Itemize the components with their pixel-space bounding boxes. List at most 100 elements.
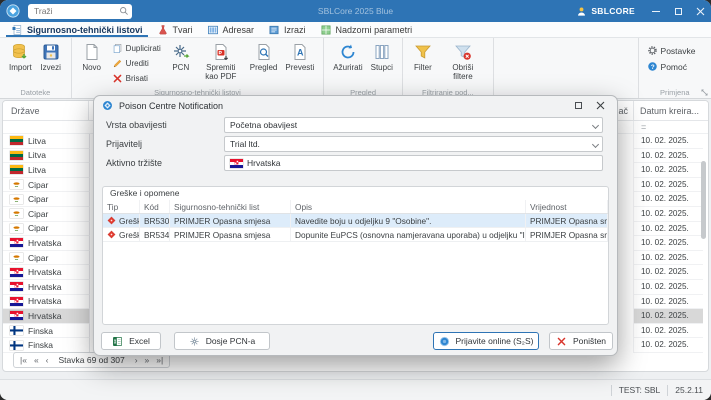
cancel-button[interactable]: Poništen — [549, 332, 613, 350]
ribbon-button-pcn[interactable]: PCN — [166, 41, 196, 73]
column-header-countries[interactable]: Države — [3, 101, 89, 121]
country-row-litva[interactable]: Litva — [3, 148, 90, 164]
country-row-cipar[interactable]: Cipar — [3, 221, 90, 237]
date-cell[interactable]: 10. 02. 2025. — [633, 221, 703, 237]
date-cell[interactable]: 10. 02. 2025. — [633, 148, 703, 164]
country-row-hrvatska[interactable]: Hrvatska — [3, 279, 90, 295]
title-bar: SBLCore 2025 Blue SBLCORE — [0, 0, 711, 22]
error-row-br534[interactable]: GreškaBR534PRIMJER Opasna smjesaDopunite… — [103, 228, 608, 242]
submit-online-button[interactable]: Prijavite online (S₂S) — [433, 332, 539, 350]
errors-column-header[interactable]: Sigurnosno-tehnički list — [170, 200, 291, 213]
country-row-cipar[interactable]: Cipar — [3, 250, 90, 266]
maximize-button[interactable] — [667, 0, 689, 22]
ribbon-button-import[interactable]: Import — [5, 41, 36, 75]
dialog-title-bar[interactable]: Poison Centre Notification — [94, 96, 617, 115]
page-last-button[interactable]: »| — [156, 355, 163, 365]
country-row-cipar[interactable]: Cipar — [3, 177, 90, 193]
date-cell[interactable]: 10. 02. 2025. — [633, 236, 703, 251]
country-row-litva[interactable]: Litva — [3, 163, 90, 178]
tab-nadzorni-parametri[interactable]: Nadzorni parametri — [313, 22, 420, 37]
ribbon-button-filter[interactable]: Filter — [408, 41, 438, 75]
ribbon-button-stupci[interactable]: Stupci — [367, 41, 397, 75]
excel-button[interactable]: Excel — [101, 332, 161, 350]
page-first-button[interactable]: |« — [20, 355, 27, 365]
date-cell[interactable]: 10. 02. 2025. — [633, 338, 703, 353]
error-type-cell: Greška — [103, 228, 140, 241]
country-row-hrvatska[interactable]: Hrvatska — [3, 294, 90, 310]
country-row-cipar[interactable]: Cipar — [3, 192, 90, 207]
search-input[interactable] — [28, 6, 112, 16]
ribbon-button-brisati[interactable]: Brisati — [109, 72, 164, 85]
notification-type-select[interactable]: Početna obavijest — [224, 117, 603, 133]
page-next-group-button[interactable]: » — [145, 355, 150, 365]
dialog-launcher-icon[interactable] — [701, 89, 708, 96]
error-row-br530[interactable]: GreškaBR530PRIMJER Opasna smjesaNavedite… — [103, 214, 608, 228]
dialog-maximize-icon[interactable] — [575, 102, 582, 109]
minimize-button[interactable] — [645, 0, 667, 22]
active-market-field[interactable]: Hrvatska — [224, 155, 603, 171]
ribbon-button-a-urirati[interactable]: Ažurirati — [329, 41, 366, 73]
date-cell[interactable]: 10. 02. 2025. — [633, 134, 703, 149]
date-cell[interactable]: 10. 02. 2025. — [633, 279, 703, 295]
date-cell[interactable]: 10. 02. 2025. — [633, 323, 703, 339]
page-prev-button[interactable]: ‹ — [46, 355, 49, 365]
search-icon[interactable] — [119, 6, 129, 16]
ribbon-button-urediti[interactable]: Urediti — [109, 57, 164, 70]
dialog-footer: Excel Dosje PCN-a Prijavite online (S₂S)… — [94, 332, 617, 350]
dialog-title: Poison Centre Notification — [119, 100, 224, 111]
country-row-finska[interactable]: Finska — [3, 338, 90, 353]
date-cell[interactable]: 10. 02. 2025. — [633, 206, 703, 222]
ribbon-button-obri-i-filtere[interactable]: Obriši filtere — [438, 41, 488, 82]
ribbon-button-prevesti[interactable]: A Prevesti — [281, 41, 318, 73]
date-cell[interactable]: 10. 02. 2025. — [633, 265, 703, 280]
ribbon-button-postavke[interactable]: Postavke — [644, 44, 699, 57]
ribbon-group-pregled: Ažurirati Stupci Pregled — [324, 38, 403, 98]
date-cell[interactable]: 10. 02. 2025. — [633, 309, 703, 324]
tab-sigurnosno-tehni-ki-listovi[interactable]: Sigurnosno-tehnički listovi — [4, 22, 150, 37]
dialog-close-icon[interactable] — [596, 101, 605, 110]
scrollbar-thumb[interactable] — [701, 161, 706, 239]
date-cell[interactable]: 10. 02. 2025. — [633, 294, 703, 310]
gear-icon — [647, 45, 658, 56]
country-row-hrvatska[interactable]: Hrvatska — [3, 236, 90, 251]
errors-column-header[interactable]: Tip — [103, 200, 140, 213]
global-search[interactable] — [28, 3, 132, 19]
submitter-select[interactable]: Trial ltd. — [224, 136, 603, 152]
errors-column-header[interactable]: Kód — [140, 200, 170, 213]
country-row-finska[interactable]: Finska — [3, 323, 90, 339]
page-next-button[interactable]: › — [135, 355, 138, 365]
ribbon-button-pomo-[interactable]: ? Pomoć — [644, 60, 701, 73]
country-row-hrvatska[interactable]: Hrvatska — [3, 265, 90, 280]
country-row-hrvatska[interactable]: Hrvatska — [3, 309, 90, 324]
error-cell: PRIMJER Opasna smjesa — [526, 214, 608, 227]
date-filter-operator[interactable]: = — [633, 121, 703, 134]
date-cell[interactable]: 10. 02. 2025. — [633, 177, 703, 193]
errors-column-header[interactable]: Vrijednost — [526, 200, 608, 213]
errors-column-header[interactable]: Opis — [291, 200, 526, 213]
close-button[interactable] — [689, 0, 711, 22]
ribbon-button-pregled[interactable]: Pregled — [246, 41, 282, 75]
ribbon-button-duplicirati[interactable]: Duplicirati — [109, 42, 164, 55]
date-cell[interactable]: 10. 02. 2025. — [633, 192, 703, 207]
country-row-cipar[interactable]: Cipar — [3, 206, 90, 222]
chevron-down-icon — [591, 140, 600, 149]
tab-izrazi[interactable]: Izrazi — [261, 22, 313, 37]
ribbon-button-novo[interactable]: Novo — [77, 41, 107, 73]
column-header-date-created[interactable]: Datum kreira... — [633, 101, 703, 121]
account-button[interactable]: SBLCORE — [566, 0, 645, 22]
nadzor-icon — [320, 24, 332, 36]
tab-adresar[interactable]: Adresar — [200, 22, 262, 37]
tab-tvari[interactable]: Tvari — [150, 22, 200, 37]
ribbon-toolbar: Import Izvezi Datoteke Novo Duplicirati Uredi… — [0, 38, 711, 99]
ribbon-button-spremiti-kao-pdf[interactable]: Spremiti kao PDF — [196, 41, 246, 82]
ribbon-button-izvezi[interactable]: Izvezi — [36, 41, 66, 75]
errors-group-title: Greške i opomene — [110, 188, 180, 198]
page-prev-group-button[interactable]: « — [34, 355, 39, 365]
date-cell[interactable]: 10. 02. 2025. — [633, 163, 703, 178]
chevron-down-icon — [591, 121, 600, 130]
pcn-dossier-button[interactable]: Dosje PCN-a — [174, 332, 270, 350]
cancel-x-icon — [556, 336, 567, 347]
grid-scrollbar[interactable] — [701, 123, 707, 351]
date-cell[interactable]: 10. 02. 2025. — [633, 250, 703, 266]
country-row-litva[interactable]: Litva — [3, 134, 90, 149]
